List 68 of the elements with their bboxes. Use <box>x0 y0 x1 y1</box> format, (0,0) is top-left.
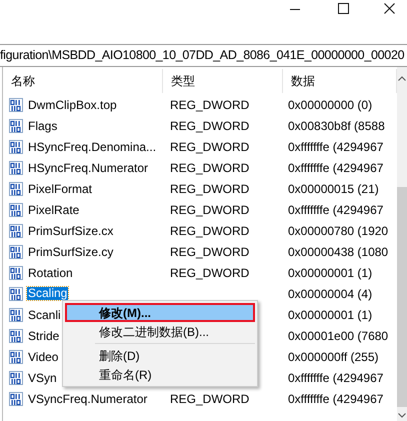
binary-value-icon <box>9 224 23 238</box>
value-name[interactable]: Stride <box>27 326 60 344</box>
value-type: REG_DWORD <box>170 160 250 174</box>
value-type: REG_DWORD <box>170 266 250 280</box>
column-header[interactable]: 类型 <box>163 69 283 93</box>
scrollbar-thumb[interactable] <box>397 187 407 407</box>
binary-value-icon <box>9 328 23 342</box>
binary-value-icon <box>9 308 23 322</box>
binary-value-icon <box>9 350 23 364</box>
value-type: REG_DWORD <box>170 98 250 112</box>
value-data: 0x00000004 (4) <box>288 286 372 300</box>
binary-value-icon <box>9 98 23 112</box>
value-name[interactable]: DwmClipBox.top <box>27 96 118 114</box>
menu-item[interactable]: 修改(M)... <box>65 303 255 322</box>
value-name[interactable]: PrimSurfSize.cx <box>27 222 114 240</box>
value-data: 0x00000001 (1) <box>288 266 372 280</box>
column-header[interactable]: 名称 <box>3 69 163 93</box>
binary-value-icon <box>9 392 23 406</box>
value-data: 0x000000ff (255) <box>288 350 379 364</box>
value-name[interactable]: Video <box>27 348 60 366</box>
binary-value-icon <box>9 370 23 384</box>
scrollbar[interactable] <box>397 67 407 421</box>
menu-item[interactable]: 重命名(R) <box>65 365 255 384</box>
value-name[interactable]: Rotation <box>27 264 74 282</box>
value-name[interactable]: PixelRate <box>27 200 80 218</box>
value-data: 0xfffffffe (4294967 <box>288 392 384 406</box>
binary-value-icon <box>9 202 23 216</box>
value-name[interactable]: HSyncFreq.Numerator <box>27 158 150 176</box>
binary-value-icon <box>9 182 23 196</box>
value-data: 0x00000001 (1) <box>288 308 372 322</box>
value-type: REG_DWORD <box>170 182 250 196</box>
value-data: 0x00000015 (21) <box>288 182 379 196</box>
binary-value-icon <box>9 160 23 174</box>
value-type: REG_DWORD <box>170 392 250 406</box>
value-type: REG_DWORD <box>170 224 250 238</box>
value-name[interactable]: PrimSurfSize.cy <box>27 242 114 260</box>
value-data: 0xfffffffe (4294967 <box>288 202 384 216</box>
value-data: 0x00000780 (1920 <box>288 224 388 238</box>
value-data: 0x00000438 (1080 <box>288 244 388 258</box>
close-icon[interactable] <box>384 3 395 14</box>
binary-value-icon <box>9 244 23 258</box>
scroll-up-icon[interactable] <box>398 76 406 81</box>
scroll-down-icon[interactable] <box>398 413 406 418</box>
value-data: 0xfffffffe (4294967 <box>288 140 384 154</box>
binary-value-icon <box>9 286 23 300</box>
binary-value-icon <box>9 140 23 154</box>
value-name[interactable]: VSyncFreq.Numerator <box>27 390 148 408</box>
value-name[interactable]: Scanli <box>27 306 62 324</box>
value-name[interactable]: Scaling <box>27 287 68 300</box>
menu-item[interactable]: 删除(D) <box>65 346 255 365</box>
value-type: REG_DWORD <box>170 118 250 132</box>
address-bar[interactable]: figuration\MSBDD_AIO10800_10_07DD_AD_8086_041E_00000000_00020 <box>0 44 407 67</box>
value-name[interactable]: Flags <box>27 116 58 134</box>
maximize-icon[interactable] <box>338 3 349 14</box>
value-data: 0xfffffffe (4294967 <box>288 160 384 174</box>
value-name[interactable]: VSyn <box>27 368 58 386</box>
binary-value-icon <box>9 266 23 280</box>
value-data: 0x00001e00 (7680 <box>288 328 388 342</box>
value-data: 0x00830b8f (8588 <box>288 118 385 132</box>
value-data: 0xfffffffe (4294967 <box>288 370 384 384</box>
value-type: REG_DWORD <box>170 244 250 258</box>
value-name[interactable]: PixelFormat <box>27 180 94 198</box>
value-type: REG_DWORD <box>170 202 250 216</box>
value-type: REG_DWORD <box>170 140 250 154</box>
binary-value-icon <box>9 118 23 132</box>
menu-item[interactable]: 修改二进制数据(B)... <box>65 322 255 341</box>
value-name[interactable]: HSyncFreq.Denomina... <box>27 138 158 156</box>
value-data: 0x00000000 (0) <box>288 98 372 112</box>
